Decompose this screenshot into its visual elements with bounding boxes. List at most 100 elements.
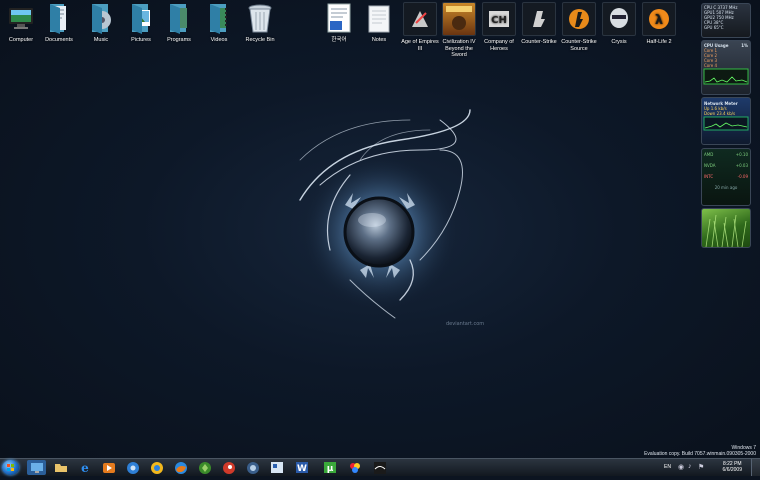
network-tray-icon[interactable]: ◉	[678, 463, 684, 471]
network-graph	[703, 116, 749, 131]
desktop-icon-counter-strike-source[interactable]: Counter-Strike Source	[558, 2, 600, 52]
svg-text:λ: λ	[655, 13, 663, 28]
stock-change: +0.03	[735, 163, 748, 168]
counter-strike-source-icon	[562, 2, 596, 36]
clock[interactable]: 8:22 PM 6/6/2009	[723, 461, 742, 473]
utorrent-icon[interactable]: W	[292, 460, 311, 475]
stock-change: +0.10	[735, 152, 748, 157]
photoshop-icon[interactable]	[243, 460, 262, 475]
desktop-icon-videos[interactable]: Videos	[198, 2, 240, 44]
half-life-2-icon: λ	[642, 2, 676, 36]
desktop-icon-age-of-empires[interactable]: Age of Empires III	[399, 2, 441, 52]
music-icon	[86, 2, 116, 34]
cpu-usage-gadget[interactable]: CPU Usage 1% Core 1 Core 2 Core 3 Core 4	[701, 40, 751, 95]
stock-change: -0.09	[737, 174, 748, 179]
media-player-icon[interactable]	[99, 460, 118, 475]
stocks-footer: 20 min ago	[714, 185, 738, 190]
desktop-icon-recycle-bin[interactable]: Recycle Bin	[239, 2, 281, 44]
korean-document-icon	[324, 2, 354, 34]
desktop-icon-label: 한국어	[331, 37, 347, 43]
desktop-icon-korean-document[interactable]: 한국어	[318, 2, 360, 44]
winamp-icon[interactable]	[345, 460, 364, 475]
folder-icon[interactable]	[51, 460, 70, 475]
stock-symbol: AMD	[704, 152, 714, 157]
desktop-icon-computer[interactable]: Computer	[0, 2, 42, 44]
civilization-icon	[442, 2, 476, 36]
cpu-usage-graph	[703, 68, 749, 85]
system-monitor-gadget[interactable]: CPU C 3737 MHz GPU1 507 MHz GPU2 750 MHz…	[701, 3, 751, 38]
pictures-icon	[126, 2, 156, 34]
system-tray: EN ◉ ♪ ⚑ 8:22 PM 6/6/2009	[658, 459, 760, 476]
desktop-icon-label: Civilization IV Beyond the Sword	[442, 39, 476, 58]
flag-tray-icon[interactable]: ⚑	[698, 463, 704, 471]
desktop-icon-half-life-2[interactable]: λ Half-Life 2	[638, 2, 680, 46]
app-icon[interactable]	[370, 460, 389, 475]
desktop-icon-label: Music	[93, 37, 109, 43]
word-icon[interactable]	[267, 460, 286, 475]
clock-date: 6/6/2009	[722, 467, 742, 473]
volume-tray-icon[interactable]: ♪	[688, 463, 692, 470]
chrome-icon[interactable]	[123, 460, 142, 475]
slideshow-gadget[interactable]	[701, 208, 751, 248]
watermark-line: Evaluation copy. Build 7057.winmain.0903…	[644, 451, 756, 457]
safari-icon[interactable]	[147, 460, 166, 475]
svg-text:e: e	[81, 461, 89, 474]
programs-icon	[164, 2, 194, 34]
desktop-icon-programs[interactable]: Programs	[158, 2, 200, 44]
network-title: Network Meter	[704, 101, 738, 106]
desktop-icon-label: Company of Heroes	[484, 39, 514, 52]
desktop-icon-label: Programs	[167, 37, 191, 43]
desktop-icon-label: Pictures	[131, 37, 151, 43]
desktop-icon-pictures[interactable]: Pictures	[120, 2, 162, 44]
system-line: GPU 65°C	[704, 25, 724, 30]
stock-symbol: NVDA	[704, 163, 716, 168]
desktop-icon-civilization[interactable]: Civilization IV Beyond the Sword	[438, 2, 480, 59]
start-button[interactable]	[2, 460, 19, 475]
desktop-icon-label: Notes	[371, 37, 387, 43]
counter-strike-icon	[522, 2, 556, 36]
opera-icon[interactable]	[195, 460, 214, 475]
windows-evaluation-watermark: Windows 7 Evaluation copy. Build 7057.wi…	[644, 445, 756, 457]
cpu-value: 1%	[741, 43, 748, 48]
desktop-icon-crysis[interactable]: Crysis	[598, 2, 640, 46]
desktop-icon-notes[interactable]: Notes	[358, 2, 400, 44]
desktop-icon-music[interactable]: Music	[80, 2, 122, 44]
company-of-heroes-icon: CH	[482, 2, 516, 36]
firefox-icon[interactable]	[171, 460, 190, 475]
desktop-icon-label: Videos	[210, 37, 228, 43]
age-of-empires-icon	[403, 2, 437, 36]
desktop-icon-label: Crysis	[611, 39, 627, 45]
desktop-icon-label: Age of Empires III	[401, 39, 439, 52]
taskbar: e W μ EN ◉ ♪ ⚑ 8:22 PM 6/6/2009	[0, 458, 760, 476]
explorer-icon[interactable]	[27, 460, 46, 475]
notes-icon	[364, 2, 394, 34]
language-indicator[interactable]: EN	[664, 464, 671, 470]
crysis-icon	[602, 2, 636, 36]
desktop-icon-label: Counter-Strike	[521, 39, 557, 45]
desktop-icon-label: Documents	[45, 37, 73, 43]
network-meter-gadget[interactable]: Network Meter Up 1.6 kb/s Down 23.4 kb/s	[701, 97, 751, 145]
wallpaper-orb-art: deviantart.com	[299, 109, 484, 327]
computer-icon	[6, 2, 36, 34]
svg-text:W: W	[297, 464, 307, 474]
steam-icon[interactable]	[219, 460, 238, 475]
videos-icon	[204, 2, 234, 34]
desktop-icon-label: Counter-Strike Source	[561, 39, 597, 52]
desktop-icon-counter-strike[interactable]: Counter-Strike	[518, 2, 560, 46]
documents-icon	[44, 2, 74, 34]
wallpaper-credit: deviantart.com	[446, 321, 484, 327]
svg-text:μ: μ	[326, 464, 333, 474]
internet-explorer-icon[interactable]: e	[75, 460, 94, 475]
stocks-gadget[interactable]: AMD +0.10 NVDA +0.03 INTC -0.09 20 min a…	[701, 148, 751, 206]
svg-text:CH: CH	[491, 15, 507, 26]
desktop-icon-label: Computer	[8, 37, 34, 43]
desktop-icon-company-of-heroes[interactable]: CH Company of Heroes	[478, 2, 520, 52]
desktop-icon-label: Recycle Bin	[245, 37, 275, 43]
paint-icon[interactable]: μ	[320, 460, 339, 475]
recycle-bin-icon	[245, 2, 275, 34]
desktop-icon-label: Half-Life 2	[646, 39, 672, 45]
show-desktop-button[interactable]	[751, 459, 760, 476]
desktop-wallpaper: deviantart.com	[0, 0, 760, 458]
grass-photo	[705, 214, 747, 247]
desktop-icon-documents[interactable]: Documents	[38, 2, 80, 44]
